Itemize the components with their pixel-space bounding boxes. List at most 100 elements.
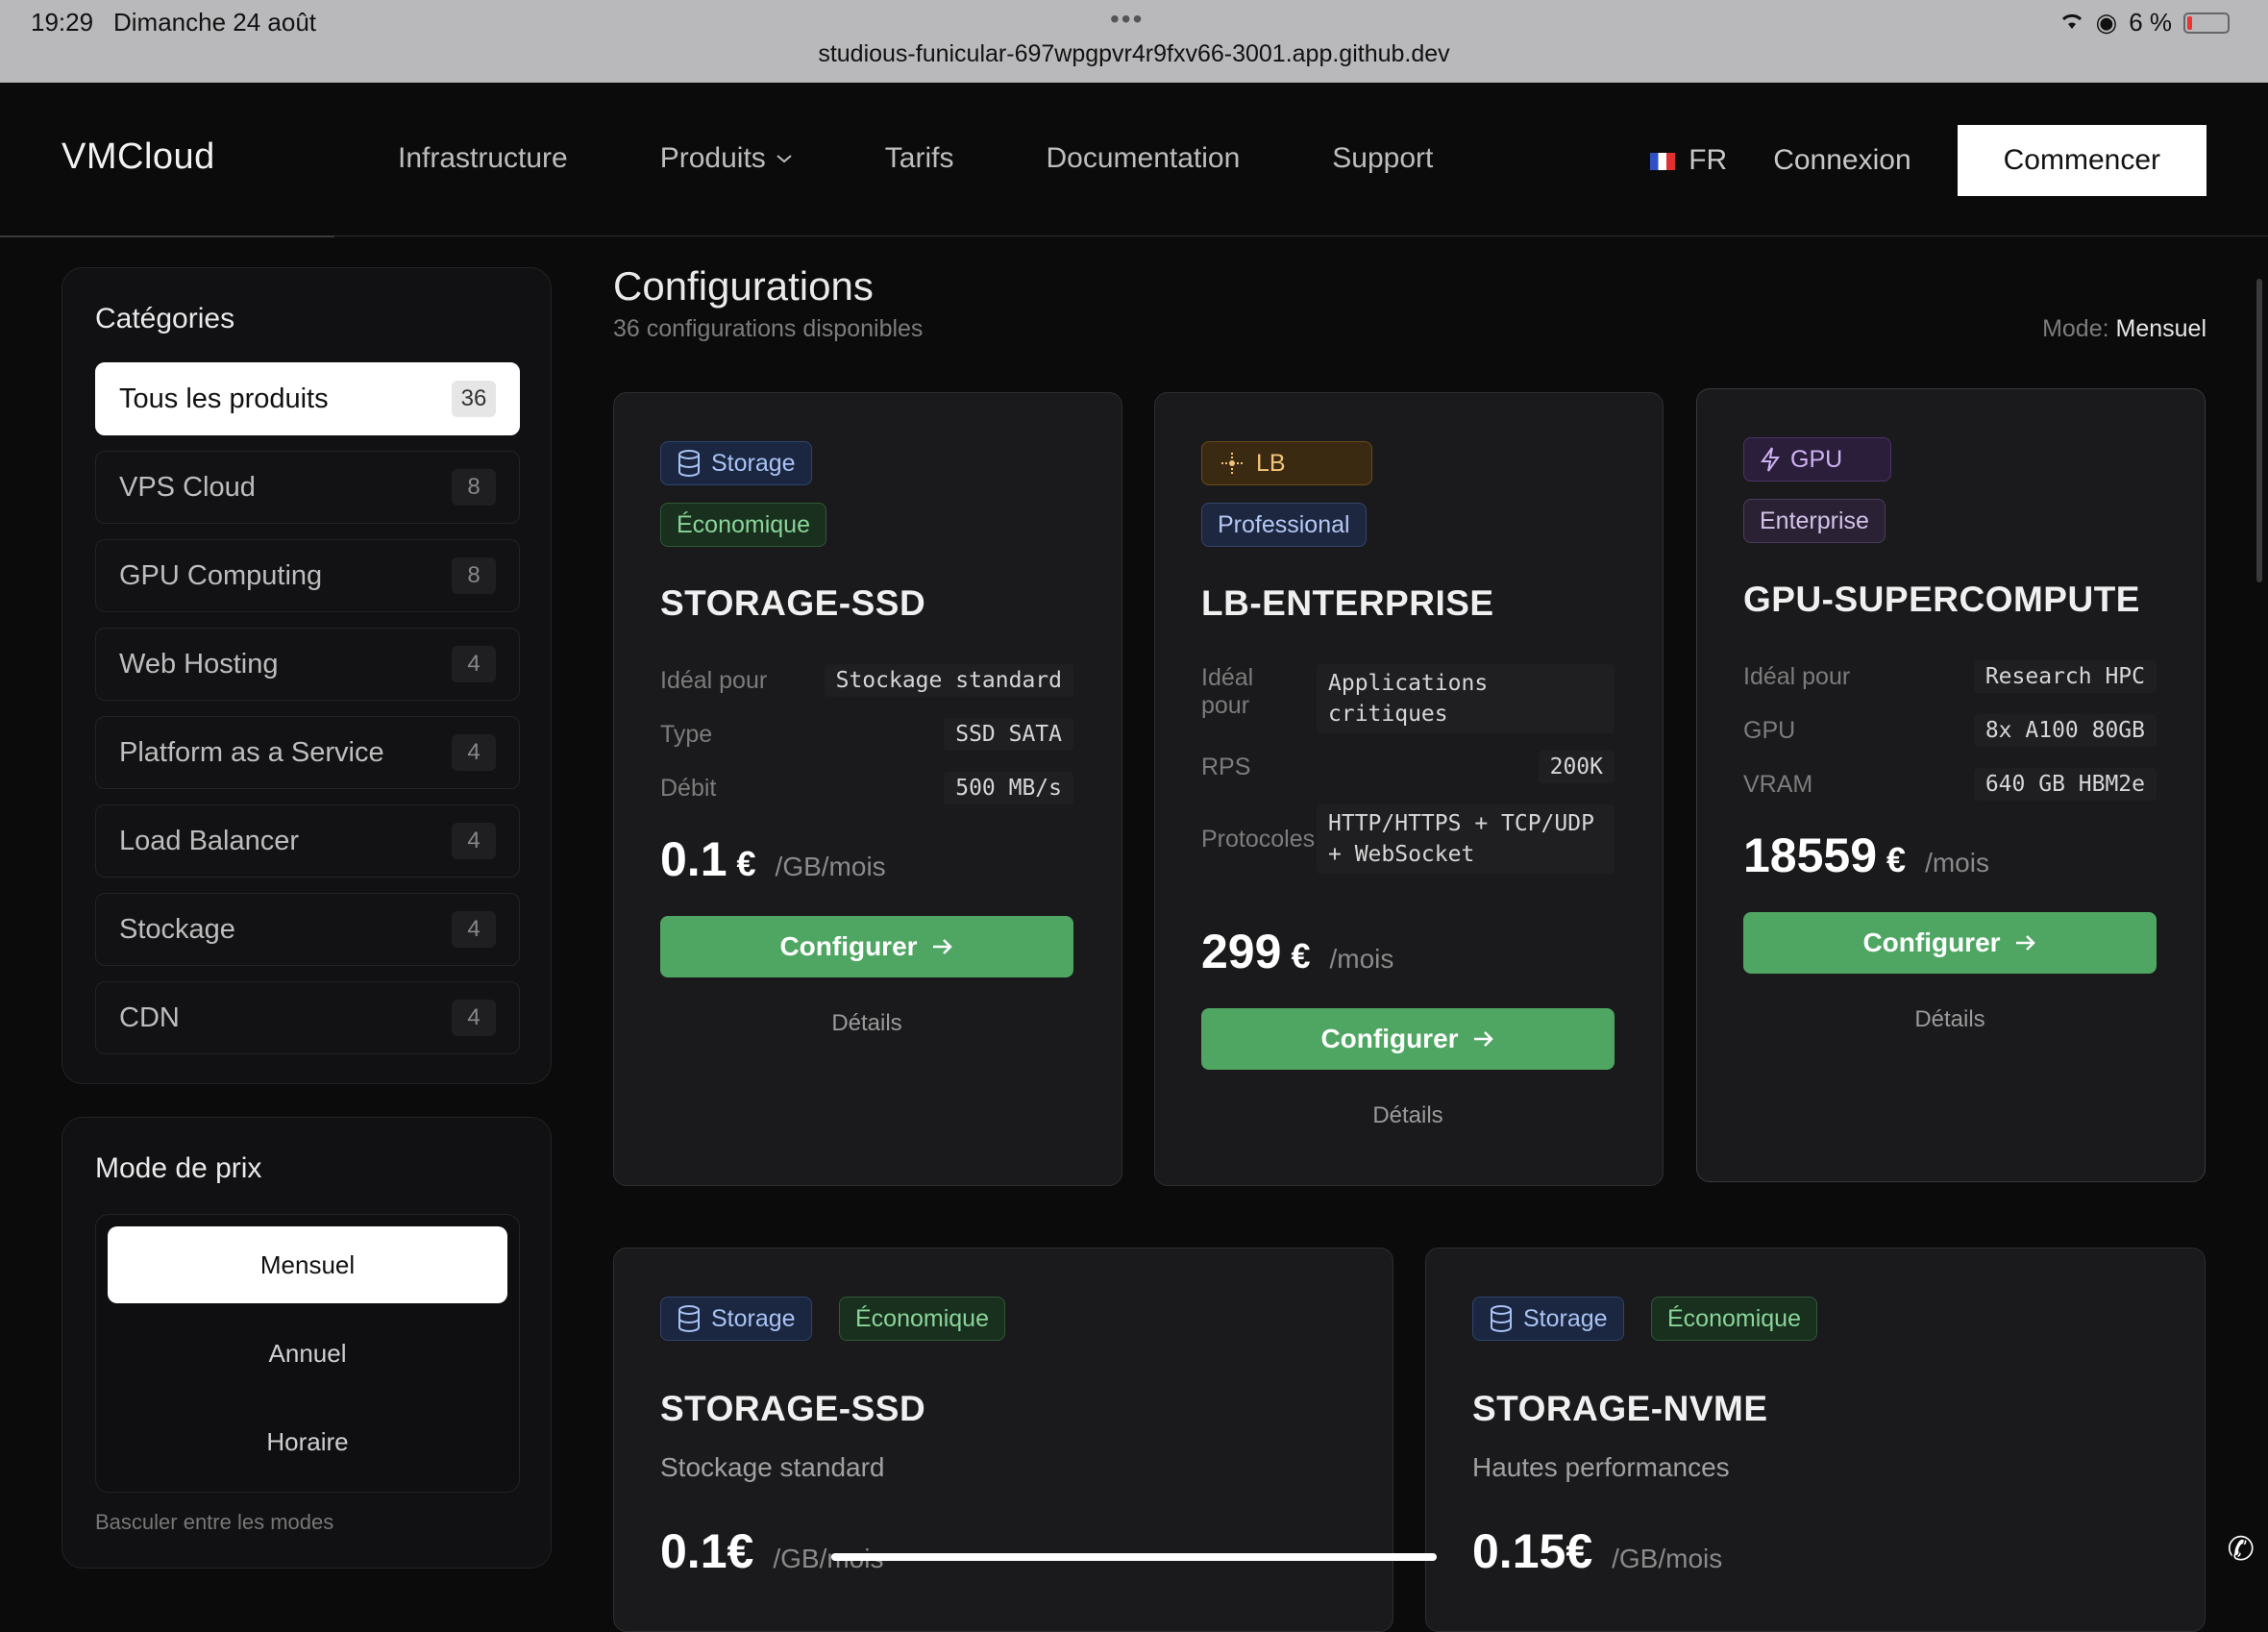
category-tag-label: GPU (1790, 445, 1843, 473)
nav-link-infrastructure[interactable]: Infrastructure (398, 142, 568, 175)
nav-link-documentation[interactable]: Documentation (1046, 142, 1240, 175)
phone-icon[interactable]: ✆ (2228, 1530, 2256, 1569)
price-amount: 18559 (1743, 828, 1878, 882)
arrow-right-icon (932, 939, 952, 954)
category-list: Tous les produits 36 VPS Cloud 8 GPU Compu… (95, 362, 520, 1070)
tier-tag: Économique (839, 1297, 1005, 1341)
category-tag-label: Storage (711, 449, 796, 477)
product-name: STORAGE-SSD (660, 583, 926, 623)
tier-tag: Professional (1201, 503, 1367, 547)
category-count-badge: 4 (452, 734, 496, 771)
spec-value: Stockage standard (824, 664, 1073, 697)
category-item-vps[interactable]: VPS Cloud 8 (95, 451, 520, 524)
mode-option-mensuel[interactable]: Mensuel (108, 1226, 507, 1303)
tier-tag: Enterprise (1743, 499, 1886, 543)
database-icon (678, 1305, 700, 1332)
category-item-cdn[interactable]: CDN 4 (95, 981, 520, 1054)
configurations-count: 36 configurations disponibles (613, 315, 924, 342)
brand-logo[interactable]: VMCloud (62, 136, 215, 178)
product-description: Hautes performances (1472, 1452, 1730, 1482)
mode-option-horaire[interactable]: Horaire (108, 1403, 507, 1480)
get-started-button[interactable]: Commencer (1957, 125, 2206, 196)
category-item-all[interactable]: Tous les produits 36 (95, 362, 520, 435)
category-label: CDN (119, 1001, 180, 1033)
mode-indicator: Mode: Mensuel (2042, 315, 2206, 343)
nav-link-support[interactable]: Support (1332, 142, 1433, 175)
spec-key: Type (660, 720, 713, 748)
mode-option-annuel[interactable]: Annuel (108, 1315, 507, 1392)
details-link[interactable]: Détails (1201, 1102, 1615, 1129)
price-period: /mois (1925, 848, 1989, 878)
spec-row: Idéal pour Stockage standard (660, 664, 1073, 697)
details-link[interactable]: Détails (660, 1010, 1073, 1037)
language-code: FR (1689, 144, 1728, 176)
database-icon (1491, 1305, 1512, 1332)
wifi-icon (2059, 8, 2084, 37)
lightning-icon (1761, 447, 1780, 472)
price-amount: 0.15€ (1472, 1524, 1593, 1578)
category-count-badge: 36 (452, 381, 496, 417)
spec-key: Idéal pour (660, 666, 768, 694)
category-item-stockage[interactable]: Stockage 4 (95, 893, 520, 966)
pricing-mode-title: Mode de prix (95, 1152, 262, 1184)
configure-button[interactable]: Configurer (1201, 1008, 1615, 1070)
mode-indicator-value: Mensuel (2115, 315, 2207, 342)
page-scrollbar[interactable] (2256, 279, 2262, 582)
nav-link-produits-label: Produits (659, 142, 766, 174)
price-period: /GB/mois (1612, 1544, 1723, 1573)
spec-value: Applications critiques (1317, 664, 1615, 733)
nav-link-tarifs[interactable]: Tarifs (885, 142, 954, 175)
spec-key: RPS (1201, 753, 1251, 780)
login-link[interactable]: Connexion (1773, 144, 1911, 177)
category-tag: Storage (1472, 1297, 1624, 1341)
category-label: GPU Computing (119, 559, 323, 591)
product-description: Stockage standard (660, 1452, 885, 1482)
pricing-mode-hint: Basculer entre les modes (95, 1510, 334, 1534)
category-count-badge: 4 (452, 1000, 496, 1036)
category-item-paas[interactable]: Platform as a Service 4 (95, 716, 520, 789)
spec-key: Idéal pour (1743, 662, 1851, 690)
category-count-badge: 4 (452, 911, 496, 948)
address-bar[interactable]: studious-funicular-697wpgpvr4r9fxv66-300… (0, 40, 2268, 68)
price-period: /GB/mois (775, 852, 886, 881)
category-label: Tous les produits (119, 383, 329, 414)
page-title: Configurations (613, 263, 874, 309)
spec-value: 200K (1538, 751, 1615, 783)
main-nav-links: Infrastructure Produits Tarifs Documenta… (398, 142, 1433, 175)
category-item-load-balancer[interactable]: Load Balancer 4 (95, 804, 520, 878)
spec-row: Débit 500 MB/s (660, 772, 1073, 804)
status-right: ◉ 6 % (2059, 8, 2230, 37)
details-link[interactable]: Détails (1743, 1006, 2157, 1033)
category-count-badge: 8 (452, 557, 496, 594)
pricing-mode-toggle: Mensuel Annuel Horaire (95, 1214, 520, 1493)
arrow-right-icon (1473, 1031, 1493, 1047)
category-tag: GPU (1743, 437, 1891, 482)
product-card: Storage Économique STORAGE-SSD Idéal pou… (613, 392, 1122, 1186)
categories-panel: Catégories Tous les produits 36 VPS Cloud… (62, 267, 552, 1084)
price-currency: € (1291, 936, 1311, 976)
multitask-dots-icon[interactable]: ••• (1110, 4, 1144, 35)
category-label: VPS Cloud (119, 471, 256, 503)
nav-link-produits[interactable]: Produits (660, 142, 793, 175)
nav-underline (0, 235, 334, 237)
spec-value: Research HPC (1973, 660, 2157, 693)
spec-key: Idéal pour (1201, 664, 1254, 719)
orientation-lock-icon: ◉ (2095, 8, 2118, 37)
configure-button[interactable]: Configurer (1743, 912, 2157, 974)
category-item-web-hosting[interactable]: Web Hosting 4 (95, 628, 520, 701)
category-label: Load Balancer (119, 825, 300, 856)
battery-percent: 6 % (2129, 8, 2172, 37)
home-indicator[interactable] (831, 1553, 1437, 1561)
category-label: Stockage (119, 913, 235, 945)
spec-row: Idéal pour Applications critiques (1201, 664, 1615, 733)
spec-row: Type SSD SATA (660, 718, 1073, 751)
spec-row: GPU 8x A100 80GB (1743, 714, 2157, 747)
configure-button[interactable]: Configurer (660, 916, 1073, 977)
top-navigation: VMCloud Infrastructure Produits Tarifs D… (0, 83, 2268, 237)
category-tag-label: Storage (711, 1304, 796, 1332)
price-amount: 299 (1201, 925, 1282, 978)
language-selector[interactable]: FR (1650, 144, 1727, 177)
spec-key: Protocoles (1201, 825, 1316, 853)
category-tag-label: Storage (1523, 1304, 1608, 1332)
category-item-gpu[interactable]: GPU Computing 8 (95, 539, 520, 612)
